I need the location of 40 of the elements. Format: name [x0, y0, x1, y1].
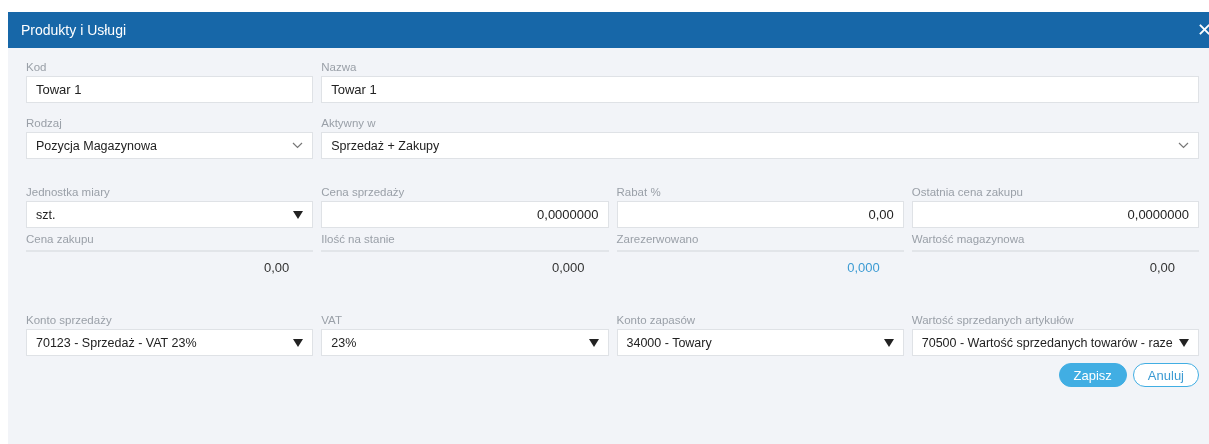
- field-label: Cena zakupu: [26, 232, 95, 246]
- field-label: Kod: [26, 60, 48, 74]
- field-label: Ilość na stanie: [321, 232, 396, 246]
- field-label: Zarezerwowano: [616, 232, 700, 246]
- dropdown-field[interactable]: 23%: [321, 329, 609, 356]
- dropdown-field[interactable]: 70500 - Wartość sprzedanych towarów - raze: [911, 329, 1199, 356]
- field-label: Konto sprzedaży: [26, 313, 113, 327]
- caret-down-icon: [588, 338, 599, 347]
- caret-down-icon: [293, 210, 304, 219]
- dropdown-field[interactable]: 34000 - Towary: [616, 329, 904, 356]
- field-value: 0,00: [263, 260, 290, 275]
- dropdown-field[interactable]: szt.: [26, 201, 314, 228]
- window-title: Produkty i Usługi: [20, 22, 127, 38]
- field-label: Wartość sprzedanych artykułów: [911, 313, 1075, 327]
- chevron-down-icon: [1178, 142, 1189, 149]
- field-label: VAT: [321, 313, 343, 327]
- field-value: 0,00: [1149, 260, 1175, 275]
- field-label: Cena sprzedaży: [321, 185, 406, 199]
- input-field[interactable]: Towar 1: [26, 76, 314, 103]
- caret-down-icon: [293, 338, 304, 347]
- caret-down-icon: [1179, 338, 1189, 347]
- close-button[interactable]: ✕: [1197, 19, 1209, 41]
- chevron-down-icon: [292, 142, 304, 149]
- field-label: Rodzaj: [26, 116, 63, 130]
- input-field[interactable]: 0,00: [616, 201, 904, 228]
- dropdown-field[interactable]: Pozycja Magazynowa: [26, 132, 314, 159]
- field-label: Nazwa: [321, 60, 358, 74]
- dropdown-field[interactable]: Sprzedaż + Zakupy: [321, 132, 1199, 159]
- caret-down-icon: [883, 338, 894, 347]
- field-label: Konto zapasów: [616, 313, 697, 327]
- field-label: Wartość magazynowa: [911, 232, 1026, 246]
- field-value: 0,000: [551, 260, 585, 275]
- field-label: Aktywny w: [321, 116, 377, 130]
- field-label: Rabat %: [616, 185, 662, 199]
- input-field[interactable]: 0,0000000: [321, 201, 609, 228]
- input-field[interactable]: 0,0000000: [911, 201, 1199, 228]
- field-label: Ostatnia cena zakupu: [911, 185, 1024, 199]
- dropdown-field[interactable]: 70123 - Sprzedaż - VAT 23%: [26, 329, 314, 356]
- input-field[interactable]: Towar 1: [321, 76, 1199, 103]
- field-label: Jednostka miary: [26, 185, 111, 199]
